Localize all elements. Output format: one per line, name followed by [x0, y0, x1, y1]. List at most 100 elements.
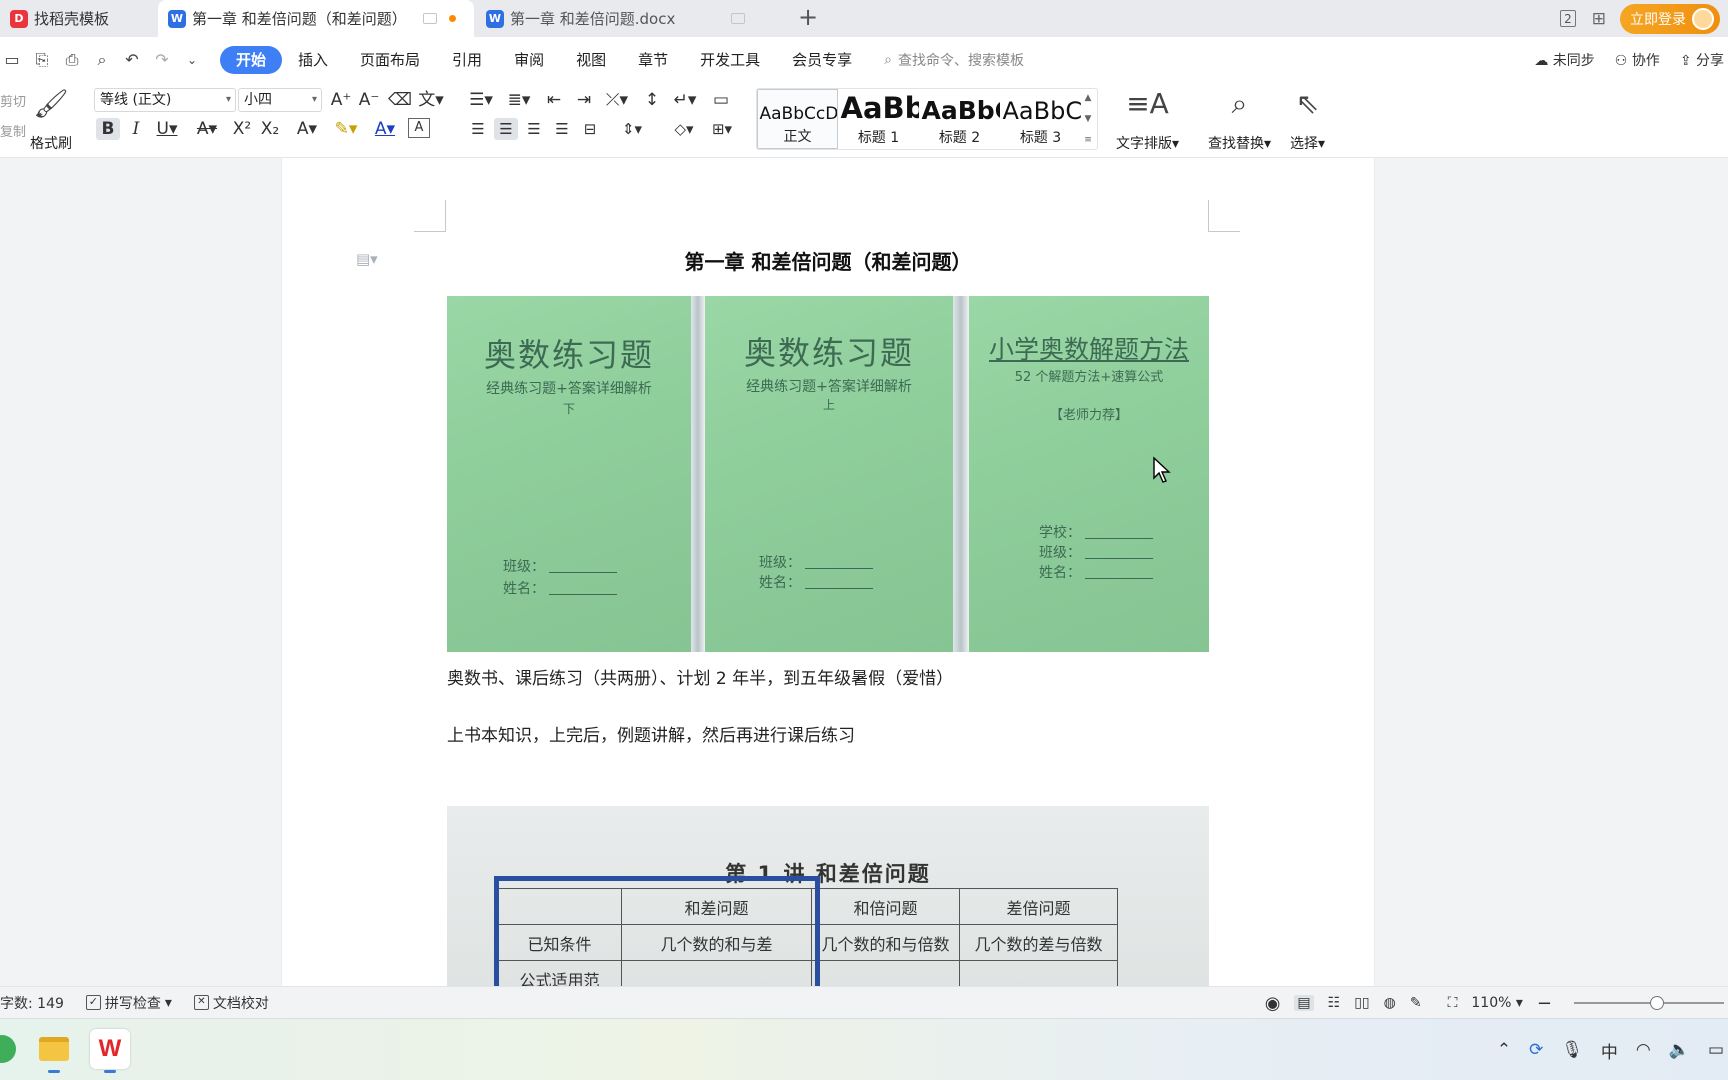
grow-font-icon[interactable]: A⁺ — [330, 89, 352, 111]
style-heading-1[interactable]: AaBb 标题 1 — [838, 89, 919, 149]
expand-icon[interactable]: ≡ — [1084, 135, 1092, 145]
chevron-up-icon[interactable]: ▲ — [1085, 93, 1092, 103]
justify-icon[interactable]: ☰ — [550, 118, 574, 140]
menu-page-layout[interactable]: 页面布局 — [344, 46, 436, 74]
chinese-layout-icon[interactable]: ⤫▾ — [602, 89, 632, 111]
word-count[interactable]: 字数: 149 — [0, 993, 64, 1013]
eye-protection-icon[interactable]: ◉ — [1265, 993, 1281, 1014]
find-replace-button[interactable]: ⌕ 查找替换▾ — [1208, 87, 1271, 153]
strikethrough-icon[interactable]: A▾ — [192, 118, 222, 140]
chevron-up-icon[interactable]: ⌃ — [1497, 1040, 1511, 1060]
export-icon[interactable]: ⎘ — [32, 50, 52, 70]
highlight-icon[interactable]: ✎▾ — [330, 118, 362, 140]
show-marks-icon[interactable]: ↵▾ — [670, 89, 700, 111]
undo-icon[interactable]: ↶ — [122, 50, 142, 70]
subscript-icon[interactable]: X₂ — [258, 118, 282, 140]
page-indicator-icon[interactable]: 2 — [1560, 10, 1576, 27]
clear-format-icon[interactable]: ⌫ — [388, 89, 412, 111]
menu-view[interactable]: 视图 — [560, 46, 622, 74]
menu-member[interactable]: 会员专享 — [776, 46, 868, 74]
volume-icon[interactable]: 🔈 — [1669, 1040, 1690, 1060]
reading-view-icon[interactable]: ▯▯ — [1354, 995, 1369, 1011]
borders-icon[interactable]: ⊞▾ — [706, 118, 738, 140]
decrease-indent-icon[interactable]: ⇤ — [542, 89, 566, 111]
spell-check-toggle[interactable]: ✓ 拼写检查 ▾ — [85, 993, 172, 1013]
sort-icon[interactable]: ↕ — [640, 89, 664, 111]
numbered-list-icon[interactable]: ≣▾ — [504, 89, 534, 111]
redo-icon[interactable]: ↷ — [152, 50, 172, 70]
font-color-icon[interactable]: A▾ — [370, 118, 400, 140]
zoom-out-icon[interactable]: − — [1537, 993, 1552, 1014]
page-view-icon[interactable]: ▤ — [1294, 995, 1314, 1011]
align-right-icon[interactable]: ☰ — [522, 118, 546, 140]
fit-page-icon[interactable]: ⛶ — [1448, 995, 1458, 1011]
battery-icon[interactable]: ▭ — [1708, 1040, 1724, 1060]
lesson-table-photo[interactable]: 第 1 讲 和差倍问题 和差问题 和倍问题 差倍问题 已知条件 几个数的和与差 … — [447, 806, 1209, 986]
increase-indent-icon[interactable]: ⇥ — [572, 89, 596, 111]
menu-insert[interactable]: 插入 — [282, 46, 344, 74]
menu-review[interactable]: 审阅 — [498, 46, 560, 74]
superscript-icon[interactable]: X² — [230, 118, 254, 140]
menu-developer[interactable]: 开发工具 — [684, 46, 776, 74]
document-page[interactable]: ▤▾ 第一章 和差倍问题（和差问题） 奥数练习题 经典练习题+答案详细解析 下 … — [282, 158, 1374, 986]
save-icon[interactable]: ▭ — [2, 50, 22, 70]
zoom-select[interactable]: 110% ▾ — [1471, 995, 1523, 1011]
grid-apps-icon[interactable]: ⊞ — [1592, 9, 1606, 29]
outline-view-icon[interactable]: ☷ — [1328, 995, 1341, 1011]
zoom-slider[interactable] — [1574, 996, 1724, 1010]
phonetic-guide-icon[interactable]: 文▾ — [416, 89, 446, 111]
text-layout-button[interactable]: ≡A 文字排版▾ — [1116, 87, 1179, 153]
cut-button[interactable]: 剪切 — [0, 91, 26, 110]
styles-scroll[interactable]: ▲ ▼ ≡ — [1081, 89, 1095, 149]
microphone-icon[interactable]: 🎙 — [1561, 1040, 1583, 1060]
align-center-icon[interactable]: ☰ — [494, 118, 518, 140]
ime-indicator[interactable]: 中 — [1601, 1038, 1618, 1063]
chevron-down-icon[interactable]: ▼ — [1085, 114, 1092, 124]
sync-tray-icon[interactable]: ⟳ — [1529, 1040, 1543, 1060]
copy-button[interactable]: 复制 — [0, 121, 26, 140]
write-mode-icon[interactable]: ✎ — [1410, 995, 1422, 1011]
window-icon[interactable] — [422, 13, 437, 24]
font-size-select[interactable]: 小四 — [238, 88, 322, 112]
menu-home[interactable]: 开始 — [220, 46, 283, 74]
collaborate-button[interactable]: ⚇ 协作 — [1615, 50, 1660, 70]
wifi-icon[interactable]: ◠ — [1636, 1040, 1651, 1060]
format-painter-button[interactable]: 🖌 格式刷 — [30, 87, 72, 153]
customize-chevron-icon[interactable]: ⌄ — [182, 50, 202, 70]
workbooks-photo[interactable]: 奥数练习题 经典练习题+答案详细解析 下 班级： 姓名： 奥数练习题 经典练习题… — [447, 296, 1209, 652]
text-effect-icon[interactable]: A▾ — [292, 118, 322, 140]
tab-docer-templates[interactable]: D 找稻壳模板 — [0, 0, 152, 37]
font-name-select[interactable]: 等线 (正文) — [94, 88, 236, 112]
file-explorer-icon[interactable] — [34, 1029, 74, 1073]
italic-icon[interactable]: I — [126, 118, 146, 140]
shrink-font-icon[interactable]: A⁻ — [358, 89, 380, 111]
zoom-slider-thumb[interactable] — [1649, 996, 1664, 1010]
print-preview-icon[interactable]: ⌕ — [92, 50, 112, 70]
style-normal[interactable]: AaBbCcDd 正文 — [757, 89, 838, 149]
new-tab-button[interactable]: + — [796, 5, 820, 30]
document-canvas[interactable]: ▤▾ 第一章 和差倍问题（和差问题） 奥数练习题 经典练习题+答案详细解析 下 … — [0, 158, 1728, 986]
tab-current-document[interactable]: W 第一章 和差倍问题（和差问题） — [158, 0, 474, 37]
window-icon[interactable] — [731, 13, 746, 24]
login-button[interactable]: 立即登录 — [1620, 3, 1720, 34]
distribute-icon[interactable]: ⊟ — [578, 118, 602, 140]
menu-section[interactable]: 章节 — [622, 46, 684, 74]
tab-docx-document[interactable]: W 第一章 和差倍问题.docx — [476, 0, 782, 37]
align-left-icon[interactable]: ☰ — [466, 118, 490, 140]
char-border-icon[interactable]: A — [408, 118, 430, 138]
print-icon[interactable]: ⎙ — [62, 50, 82, 70]
select-button[interactable]: ⇖ 选择▾ — [1290, 87, 1325, 153]
wps-office-icon[interactable]: W — [90, 1029, 130, 1073]
style-heading-3[interactable]: AaBbC 标题 3 — [1000, 89, 1081, 149]
menu-references[interactable]: 引用 — [436, 46, 498, 74]
bold-icon[interactable]: B — [96, 118, 120, 140]
command-search[interactable]: ⌕ 查找命令、搜索模板 — [884, 50, 1024, 70]
bullet-list-icon[interactable]: ☰▾ — [466, 89, 496, 111]
doc-proof-button[interactable]: ✕ 文档校对 — [193, 993, 269, 1013]
share-button[interactable]: ⇪ 分享 — [1680, 50, 1724, 70]
web-view-icon[interactable]: ◍ — [1384, 995, 1396, 1011]
ruler-icon[interactable]: ▭ — [708, 89, 734, 111]
line-spacing-icon[interactable]: ⇕▾ — [616, 118, 648, 140]
shading-icon[interactable]: ◇▾ — [668, 118, 700, 140]
taskbar-app-icon[interactable] — [0, 1029, 22, 1069]
